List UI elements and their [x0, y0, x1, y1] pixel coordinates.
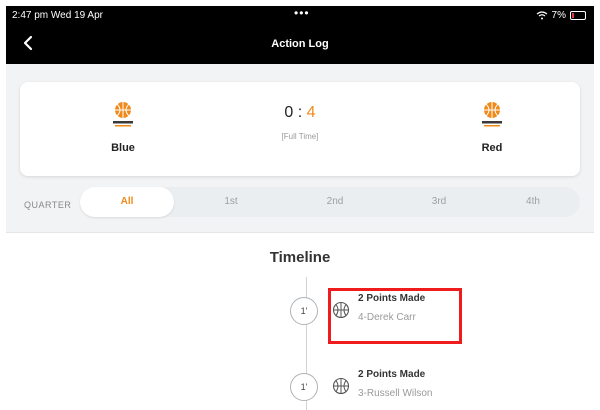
- status-right: 7%: [536, 10, 586, 21]
- score: 0 : 4: [250, 104, 350, 122]
- scoreboard-card: Blue 0 : 4 [Full Time] Red: [20, 82, 580, 176]
- event-action: 2 Points Made: [358, 369, 426, 380]
- basketball-logo-icon: [113, 102, 133, 127]
- highlight-box: [328, 288, 462, 344]
- home-team: Blue: [83, 100, 163, 154]
- wifi-icon: [536, 11, 547, 20]
- timeline-title: Timeline: [269, 249, 331, 266]
- event-minute: 1': [290, 297, 318, 325]
- event-minute: 1': [290, 373, 318, 401]
- home-score: 0: [284, 104, 294, 121]
- quarter-tabs: All 1st 2nd 3rd 4th: [80, 187, 580, 217]
- tab-1st[interactable]: 1st: [184, 187, 278, 217]
- multitask-dots[interactable]: •••: [294, 6, 310, 20]
- nav-header: 2:47 pm Wed 19 Apr ••• 7% Action Log: [6, 6, 594, 64]
- status-time: 2:47 pm Wed 19 Apr: [12, 10, 103, 21]
- basketball-icon: [332, 377, 350, 395]
- away-team-name: Red: [481, 142, 503, 154]
- page-title: Action Log: [271, 38, 329, 50]
- away-score: 4: [306, 104, 316, 121]
- timeline-section: Timeline 1' 2 Points Made 4-Derek Carr 1…: [6, 232, 594, 410]
- tab-4th[interactable]: 4th: [486, 187, 580, 217]
- battery-icon: [570, 11, 586, 20]
- tab-2nd[interactable]: 2nd: [288, 187, 382, 217]
- timeline-event[interactable]: 1' 2 Points Made 3-Russell Wilson: [290, 369, 530, 409]
- tab-all[interactable]: All: [80, 187, 174, 217]
- quarter-filter: QUARTER All 1st 2nd 3rd 4th: [6, 186, 594, 228]
- tab-3rd[interactable]: 3rd: [392, 187, 486, 217]
- game-status: [Full Time]: [281, 132, 319, 141]
- quarter-label: QUARTER: [24, 200, 72, 210]
- basketball-logo-icon: [482, 102, 502, 127]
- app-frame: 2:47 pm Wed 19 Apr ••• 7% Action Log Blu…: [6, 6, 594, 410]
- event-text: 2 Points Made 3-Russell Wilson: [358, 369, 432, 399]
- event-player: 3-Russell Wilson: [358, 388, 433, 399]
- battery-percent: 7%: [551, 10, 566, 21]
- home-team-name: Blue: [111, 142, 135, 154]
- away-team: Red: [452, 100, 532, 154]
- score-separator: :: [297, 104, 303, 121]
